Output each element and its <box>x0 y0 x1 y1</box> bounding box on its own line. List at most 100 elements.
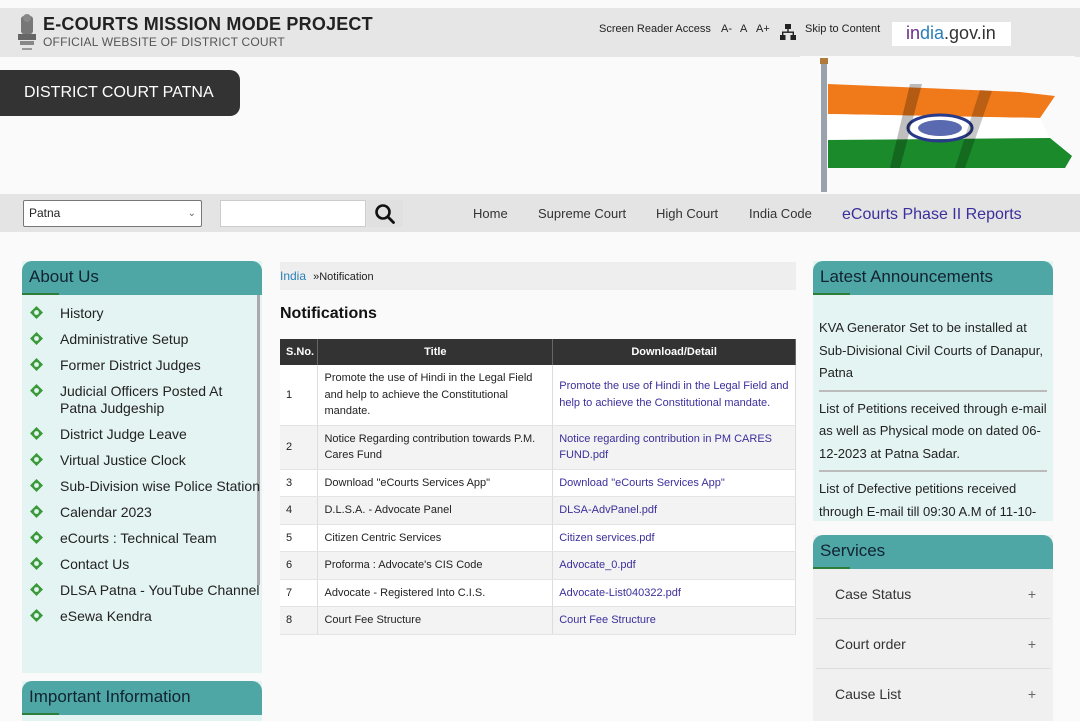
row-download-link[interactable]: Advocate-List040322.pdf <box>552 579 796 607</box>
row-title: Promote the use of Hindi in the Legal Fi… <box>317 365 554 426</box>
about-us-list: History Administrative Setup Former Dist… <box>22 295 262 625</box>
table-header-row: S.No. Title Download/Detail <box>280 339 796 365</box>
table-row: 4 D.L.S.A. - Advocate Panel DLSA-AdvPane… <box>280 496 796 525</box>
nav-india-code[interactable]: India Code <box>749 206 812 221</box>
font-decrease-button[interactable]: A- <box>721 23 732 35</box>
skip-to-content-link[interactable]: Skip to Content <box>805 23 880 35</box>
district-select[interactable]: Patna ⌄ <box>23 200 202 227</box>
sidebar-item-label: Administrative Setup <box>60 331 189 347</box>
bullet-icon <box>30 332 43 345</box>
sidebar-item-label: Judicial Officers Posted At Patna Judges… <box>60 383 223 416</box>
row-sno: 5 <box>280 524 319 552</box>
district-select-value: Patna <box>29 206 61 220</box>
nav-supreme-court[interactable]: Supreme Court <box>538 206 626 221</box>
row-download-link[interactable]: Notice regarding contribution in PM CARE… <box>552 425 796 470</box>
breadcrumb: India »Notification <box>280 262 796 290</box>
announcement-item[interactable]: List of Petitions received through e-mai… <box>819 398 1047 472</box>
bullet-icon <box>30 531 43 544</box>
national-emblem-icon <box>18 14 36 50</box>
sidebar-item-label: Calendar 2023 <box>60 504 152 520</box>
row-sno: 8 <box>280 606 319 635</box>
row-sno: 3 <box>280 469 319 497</box>
table-row: 6 Proforma : Advocate's CIS Code Advocat… <box>280 551 796 580</box>
row-download-link[interactable]: Citizen services.pdf <box>552 524 796 552</box>
indian-flag-icon <box>800 56 1075 192</box>
row-download-link[interactable]: Download "eCourts Services App" <box>552 469 796 497</box>
table-row: 1 Promote the use of Hindi in the Legal … <box>280 365 796 426</box>
announcement-item[interactable]: List of Defective petitions received thr… <box>819 478 1047 521</box>
sidebar-item-label: eCourts : Technical Team <box>60 530 217 546</box>
sidebar-item-label: History <box>60 305 104 321</box>
font-normal-button[interactable]: A <box>740 23 747 35</box>
breadcrumb-home-link[interactable]: India <box>280 269 306 283</box>
bullet-icon <box>30 384 43 397</box>
sidebar-item-virtual-justice-clock[interactable]: Virtual Justice Clock <box>30 452 262 469</box>
services-heading: Services <box>813 535 1053 569</box>
sidebar-item-judicial-officers[interactable]: Judicial Officers Posted At Patna Judges… <box>30 383 262 417</box>
nav-high-court[interactable]: High Court <box>656 206 718 221</box>
service-cause-list[interactable]: Cause List + <box>816 669 1050 719</box>
service-court-order[interactable]: Court order + <box>816 619 1050 669</box>
sidebar-item-esewa-kendra[interactable]: eSewa Kendra <box>30 608 262 625</box>
search-button[interactable] <box>367 200 403 227</box>
row-title: Download "eCourts Services App" <box>317 469 554 497</box>
table-row: 3 Download "eCourts Services App" Downlo… <box>280 469 796 497</box>
expand-plus-icon[interactable]: + <box>1028 669 1036 719</box>
sitemap-icon[interactable] <box>780 24 796 40</box>
sidebar-item-calendar[interactable]: Calendar 2023 <box>30 504 262 521</box>
column-header-title: Title <box>317 339 554 365</box>
bullet-icon <box>30 427 43 440</box>
table-row: 8 Court Fee Structure Court Fee Structur… <box>280 606 796 635</box>
sidebar-item-former-district-judges[interactable]: Former District Judges <box>30 357 262 374</box>
sidebar-item-dlsa-youtube[interactable]: DLSA Patna - YouTube Channel <box>30 582 262 599</box>
bullet-icon <box>30 479 43 492</box>
row-download-link[interactable]: DLSA-AdvPanel.pdf <box>552 496 796 525</box>
service-case-status[interactable]: Case Status + <box>816 569 1050 619</box>
sidebar-item-district-judge-leave[interactable]: District Judge Leave <box>30 426 262 443</box>
india-gov-logo[interactable]: india.gov.in <box>892 22 1011 46</box>
nav-home[interactable]: Home <box>473 206 508 221</box>
sidebar-item-history[interactable]: History <box>30 305 262 322</box>
india-gov-logo-text-3: .gov.in <box>944 23 996 43</box>
row-title: Court Fee Structure <box>317 606 554 635</box>
row-title: D.L.S.A. - Advocate Panel <box>317 496 554 525</box>
font-increase-button[interactable]: A+ <box>756 23 770 35</box>
sidebar-item-police-station[interactable]: Sub-Division wise Police Station <box>30 478 262 495</box>
sidebar-item-contact-us[interactable]: Contact Us <box>30 556 262 573</box>
row-download-link[interactable]: Promote the use of Hindi in the Legal Fi… <box>552 365 796 426</box>
bullet-icon <box>30 505 43 518</box>
sidebar-item-technical-team[interactable]: eCourts : Technical Team <box>30 530 262 547</box>
india-gov-logo-text-2: dia <box>920 23 945 43</box>
sidebar-item-label: District Judge Leave <box>60 426 187 442</box>
bullet-icon <box>30 358 43 371</box>
expand-plus-icon[interactable]: + <box>1028 619 1036 669</box>
row-title: Advocate - Registered Into C.I.S. <box>317 579 554 607</box>
services-panel: Services Case Status + Court order + Cau… <box>813 535 1053 721</box>
row-download-link[interactable]: Advocate_0.pdf <box>552 551 796 580</box>
announcement-item[interactable]: KVA Generator Set to be installed at Sub… <box>819 317 1047 392</box>
breadcrumb-current: Notification <box>319 271 374 283</box>
search-input[interactable] <box>220 200 366 227</box>
row-title: Citizen Centric Services <box>317 524 554 552</box>
announcements-list: KVA Generator Set to be installed at Sub… <box>813 295 1053 521</box>
sidebar-item-label: Contact Us <box>60 556 130 572</box>
sidebar-item-label: eSewa Kendra <box>60 608 152 624</box>
screen-reader-link[interactable]: Screen Reader Access <box>599 23 711 35</box>
table-row: 7 Advocate - Registered Into C.I.S. Advo… <box>280 579 796 607</box>
sidebar-item-label: Former District Judges <box>60 357 201 373</box>
site-subtitle: OFFICIAL WEBSITE OF DISTRICT COURT <box>43 35 285 49</box>
row-title: Proforma : Advocate's CIS Code <box>317 551 554 580</box>
table-row: 2 Notice Regarding contribution towards … <box>280 425 796 470</box>
bullet-icon <box>30 557 43 570</box>
row-sno: 4 <box>280 496 319 525</box>
expand-plus-icon[interactable]: + <box>1028 569 1036 619</box>
row-title: Notice Regarding contribution towards P.… <box>317 425 554 470</box>
nav-ecourts-phase-ii-reports[interactable]: eCourts Phase II Reports <box>842 206 1022 224</box>
column-header-sno: S.No. <box>280 339 319 365</box>
column-header-download: Download/Detail <box>552 339 796 365</box>
bullet-icon <box>30 609 43 622</box>
search-icon <box>375 203 395 224</box>
sidebar-item-administrative-setup[interactable]: Administrative Setup <box>30 331 262 348</box>
row-download-link[interactable]: Court Fee Structure <box>552 606 796 635</box>
important-information-panel: Important Information <box>22 681 262 721</box>
